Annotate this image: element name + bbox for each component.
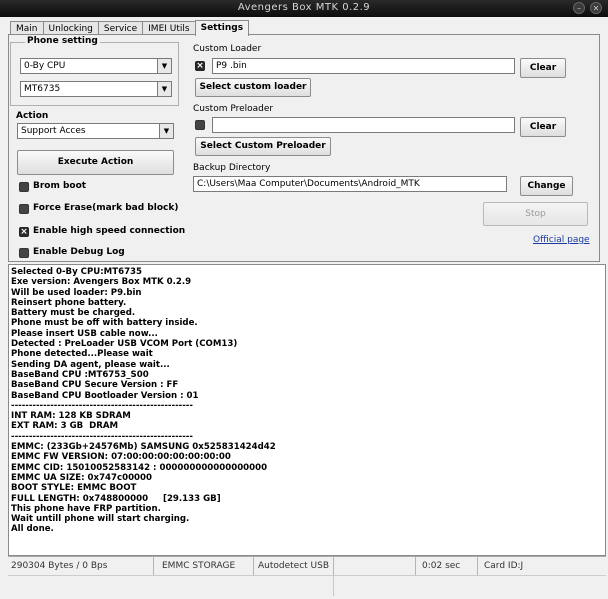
progress-bar-2 bbox=[334, 576, 606, 596]
window-title: Avengers Box MTK 0.2.9 bbox=[237, 2, 371, 13]
cpu-select[interactable]: 0-By CPU ▼ bbox=[20, 58, 172, 74]
log-line: This phone have FRP partition. bbox=[11, 503, 161, 514]
brom-boot-checkbox[interactable] bbox=[19, 182, 29, 192]
select-custom-preloader-button[interactable]: Select Custom Preloader bbox=[195, 137, 331, 156]
close-icon[interactable]: ✕ bbox=[590, 2, 602, 14]
official-page-link[interactable]: Official page bbox=[533, 235, 590, 245]
cpu-select-value: 0-By CPU bbox=[24, 61, 66, 71]
progress-bar-area bbox=[8, 575, 606, 598]
phone-setting-legend: Phone setting bbox=[25, 36, 100, 46]
chevron-down-icon[interactable]: ▼ bbox=[159, 124, 173, 138]
tab-service[interactable]: Service bbox=[97, 21, 144, 35]
status-usb: Autodetect USB bbox=[254, 557, 334, 575]
change-directory-button[interactable]: Change bbox=[520, 176, 573, 196]
log-line: INT RAM: 128 KB SDRAM bbox=[11, 411, 131, 422]
backup-directory-field[interactable]: C:\Users\Maa Computer\Documents\Android_… bbox=[193, 176, 507, 192]
log-line: All done. bbox=[11, 524, 54, 535]
tab-bar: Main Unlocking Service IMEI Utils Settin… bbox=[10, 20, 250, 36]
action-select[interactable]: Support Acces ▼ bbox=[17, 123, 174, 139]
clear-preloader-button[interactable]: Clear bbox=[520, 117, 566, 137]
log-line: BaseBand CPU Secure Version : FF bbox=[11, 380, 179, 391]
log-line: Sending DA agent, please wait... bbox=[11, 359, 170, 370]
log-line: Wait untill phone will start charging. bbox=[11, 514, 190, 525]
log-line: EMMC: (233Gb+24576Mb) SAMSUNG 0x52583142… bbox=[11, 442, 276, 453]
log-line: EXT RAM: 3 GB DRAM bbox=[11, 421, 119, 432]
minimize-icon[interactable]: – bbox=[573, 2, 585, 14]
action-select-value: Support Acces bbox=[21, 126, 86, 136]
status-blank bbox=[334, 557, 416, 575]
high-speed-label: Enable high speed connection bbox=[33, 226, 186, 236]
log-output: Selected 0-By CPU:MT6735 Exe version: Ave… bbox=[8, 264, 606, 556]
custom-loader-label: Custom Loader bbox=[193, 44, 262, 54]
model-select-value: MT6735 bbox=[24, 84, 61, 94]
log-line: ----------------------------------------… bbox=[11, 400, 193, 411]
log-line: EMMC FW VERSION: 07:00:00:00:00:00:00:00 bbox=[11, 452, 231, 463]
execute-action-button[interactable]: Execute Action bbox=[17, 150, 174, 175]
tab-main[interactable]: Main bbox=[10, 21, 44, 35]
model-select[interactable]: MT6735 ▼ bbox=[20, 81, 172, 97]
chevron-down-icon[interactable]: ▼ bbox=[157, 82, 171, 96]
custom-preloader-label: Custom Preloader bbox=[193, 104, 274, 114]
log-line: Exe version: Avengers Box MTK 0.2.9 bbox=[11, 277, 192, 288]
status-bytes: 290304 Bytes / 0 Bps bbox=[8, 557, 154, 575]
force-erase-label: Force Erase(mark bad block) bbox=[33, 203, 179, 213]
custom-preloader-checkbox[interactable] bbox=[195, 120, 205, 130]
log-line: BaseBand CPU :MT6753_S00 bbox=[11, 369, 149, 380]
progress-bar-1 bbox=[8, 576, 334, 596]
log-line: Detected : PreLoader USB VCOM Port (COM1… bbox=[11, 339, 238, 350]
log-line: Phone detected...Please wait bbox=[11, 349, 153, 360]
force-erase-checkbox[interactable] bbox=[19, 204, 29, 214]
stop-button[interactable]: Stop bbox=[483, 202, 588, 226]
chevron-down-icon[interactable]: ▼ bbox=[157, 59, 171, 73]
debug-log-label: Enable Debug Log bbox=[33, 247, 125, 257]
status-card-id: Card ID:J bbox=[484, 561, 524, 571]
log-line: Reinsert phone battery. bbox=[11, 297, 127, 308]
custom-preloader-field[interactable] bbox=[212, 117, 515, 133]
custom-loader-checkbox[interactable]: × bbox=[195, 61, 205, 71]
log-line: ----------------------------------------… bbox=[11, 431, 193, 442]
log-line: Please insert USB cable now... bbox=[11, 328, 158, 339]
brom-boot-label: Brom boot bbox=[33, 181, 87, 191]
log-line: BaseBand CPU Bootloader Version : 01 bbox=[11, 390, 199, 401]
high-speed-checkbox[interactable]: × bbox=[19, 227, 29, 237]
log-line: Battery must be charged. bbox=[11, 308, 136, 319]
debug-log-checkbox[interactable] bbox=[19, 248, 29, 258]
status-bar: 290304 Bytes / 0 Bps EMMC STORAGE Autode… bbox=[8, 556, 606, 576]
tab-unlocking[interactable]: Unlocking bbox=[42, 21, 99, 35]
log-line: FULL LENGTH: 0x748800000 [29.133 GB] bbox=[11, 493, 221, 504]
status-time: 0:02 sec bbox=[416, 557, 478, 575]
action-label: Action bbox=[16, 111, 49, 121]
status-storage: EMMC STORAGE bbox=[154, 557, 254, 575]
custom-loader-field[interactable]: P9 .bin bbox=[212, 58, 515, 74]
log-line: EMMC CID: 15010052583142 : 0000000000000… bbox=[11, 462, 268, 473]
select-custom-loader-button[interactable]: Select custom loader bbox=[195, 78, 311, 97]
log-line: Will be used loader: P9.bin bbox=[11, 287, 142, 298]
clear-loader-button[interactable]: Clear bbox=[520, 58, 566, 78]
log-line: Selected 0-By CPU:MT6735 bbox=[11, 267, 143, 277]
backup-directory-label: Backup Directory bbox=[193, 163, 271, 173]
log-line: Phone must be off with battery inside. bbox=[11, 318, 198, 329]
title-bar: Avengers Box MTK 0.2.9 – ✕ bbox=[0, 0, 608, 17]
tab-imei-utils[interactable]: IMEI Utils bbox=[142, 21, 196, 35]
log-line: EMMC UA SIZE: 0x747c00000 bbox=[11, 472, 152, 483]
tab-settings[interactable]: Settings bbox=[194, 20, 250, 36]
log-line: BOOT STYLE: EMMC BOOT bbox=[11, 483, 137, 494]
